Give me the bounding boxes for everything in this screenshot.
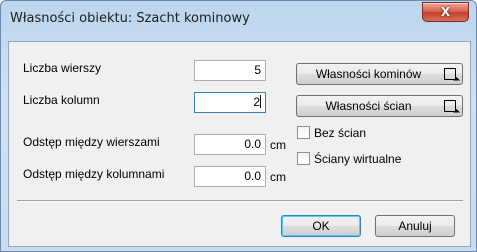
open-dialog-icon (444, 100, 456, 112)
chimney-properties-label: Własności kominów (315, 67, 422, 81)
no-walls-label[interactable]: Bez ścian (314, 126, 366, 140)
cols-input[interactable]: 2 (194, 92, 266, 113)
dialog-body: Liczba wierszy 5 Liczba kolumn 2 Odstęp … (8, 41, 471, 247)
wall-properties-label: Własności ścian (325, 99, 412, 113)
text-caret (260, 95, 261, 108)
window-title: Własności obiektu: Szacht kominowy (10, 11, 250, 26)
col-spacing-label: Odstęp między kolumnami (23, 167, 165, 181)
cols-input-value: 2 (253, 95, 260, 109)
row-spacing-label: Odstęp między wierszami (23, 135, 160, 149)
ok-button[interactable]: OK (281, 215, 361, 237)
cancel-button[interactable]: Anuluj (375, 215, 455, 237)
cols-label: Liczba kolumn (23, 93, 100, 107)
virtual-walls-label[interactable]: Ściany wirtualne (314, 152, 401, 166)
chimney-properties-button[interactable]: Własności kominów (296, 63, 463, 85)
title-bar[interactable]: Własności obiektu: Szacht kominowy X (1, 1, 476, 35)
virtual-walls-checkbox[interactable] (297, 152, 310, 165)
close-button[interactable]: X (422, 2, 469, 22)
col-spacing-input[interactable]: 0.0 (194, 166, 266, 187)
rows-label: Liczba wierszy (23, 61, 102, 75)
row-spacing-input[interactable]: 0.0 (194, 134, 266, 155)
row-spacing-unit: cm (270, 138, 286, 152)
rows-input[interactable]: 5 (194, 60, 266, 81)
col-spacing-unit: cm (270, 170, 286, 184)
open-dialog-icon (444, 68, 456, 80)
separator (17, 200, 463, 202)
wall-properties-button[interactable]: Własności ścian (296, 95, 463, 117)
no-walls-checkbox[interactable] (297, 126, 310, 139)
dialog-window: Własności obiektu: Szacht kominowy X Lic… (0, 0, 477, 252)
